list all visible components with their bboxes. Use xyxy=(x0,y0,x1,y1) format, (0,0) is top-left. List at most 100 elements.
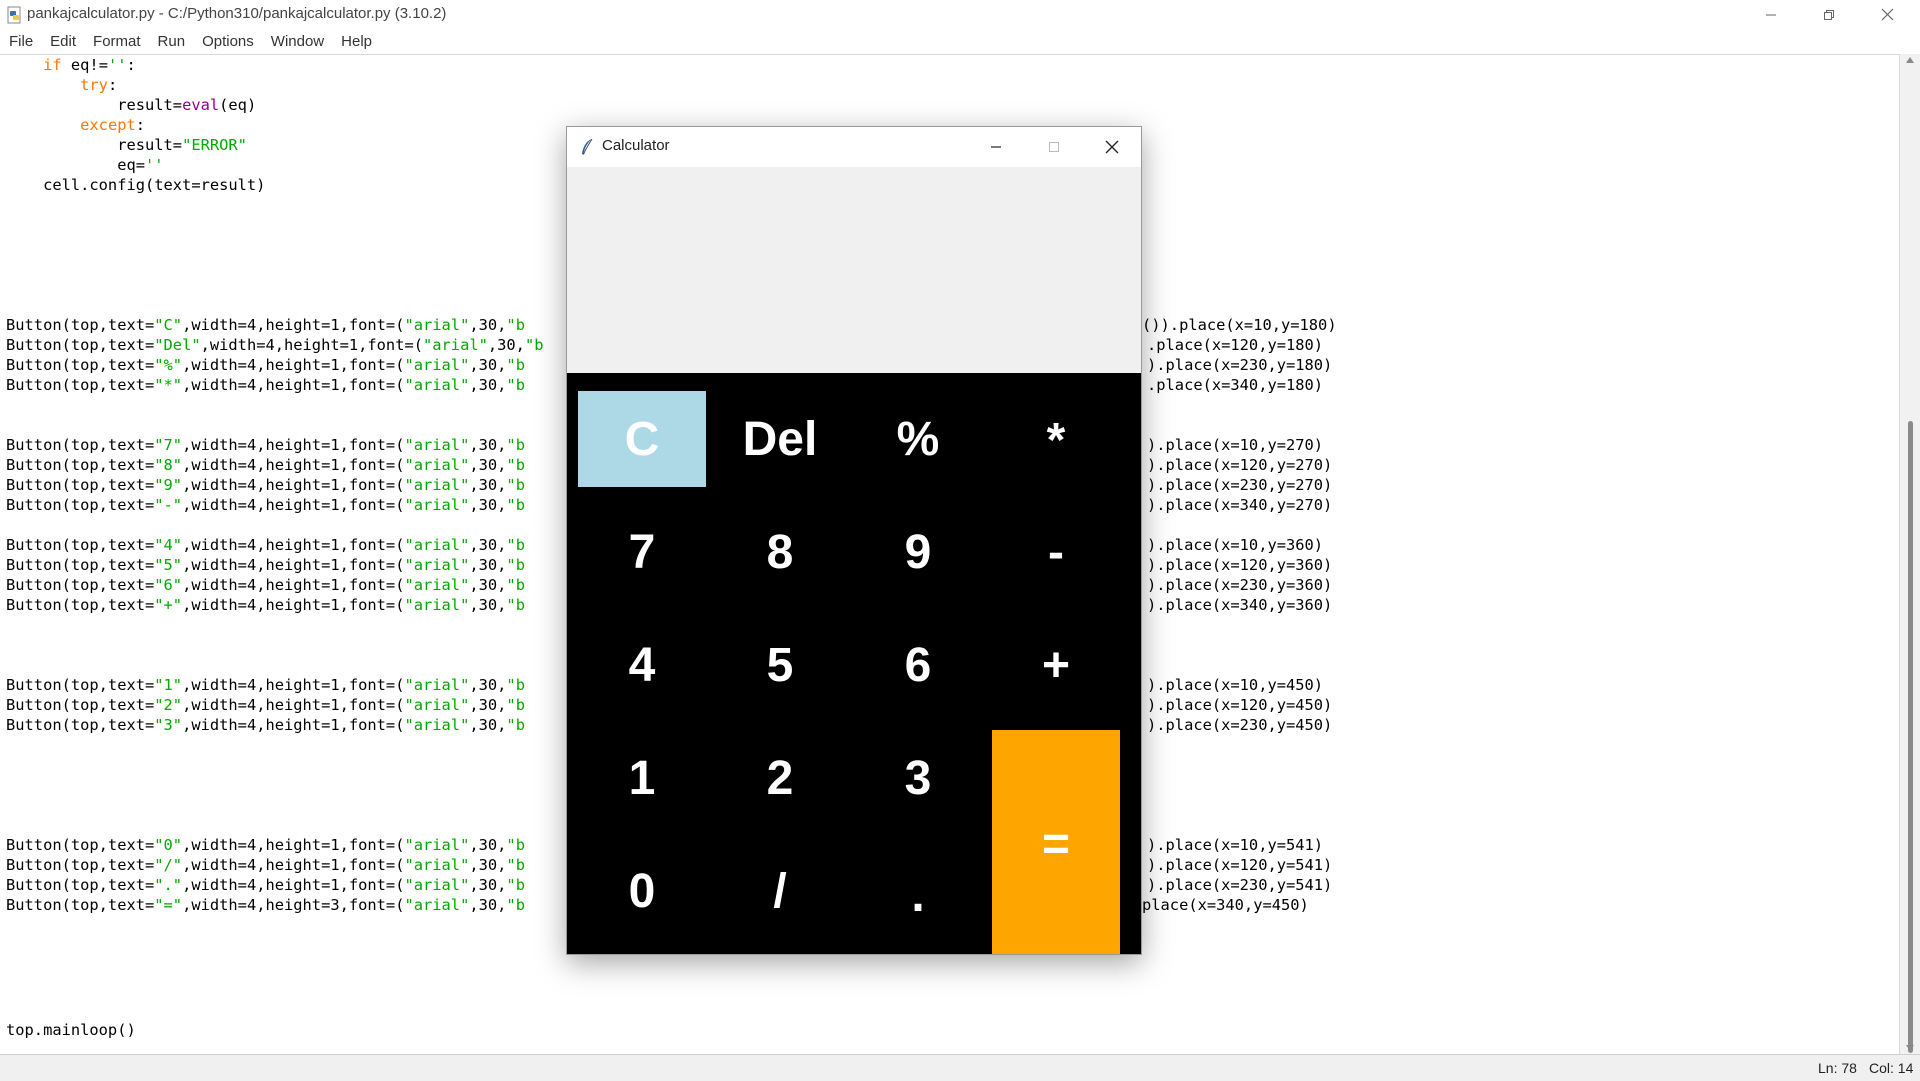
maximize-icon xyxy=(1049,142,1059,152)
menu-help[interactable]: Help xyxy=(341,33,372,50)
code-line-place: place(x=340,y=450) xyxy=(1142,896,1309,914)
key-percent-button[interactable]: % xyxy=(854,391,982,487)
code-line-place: ).place(x=10,y=360) xyxy=(1147,536,1324,554)
status-line: Ln: 78 xyxy=(1818,1060,1857,1076)
key-delete-button[interactable]: Del xyxy=(716,391,844,487)
close-button[interactable] xyxy=(1858,0,1916,29)
code-line-place: ).place(x=10,y=450) xyxy=(1147,676,1324,694)
scroll-down-arrow-icon[interactable] xyxy=(1906,1045,1914,1051)
feather-icon xyxy=(582,138,593,155)
code-line-button: Button(top,text="%",width=4,height=1,fon… xyxy=(6,356,525,374)
close-icon xyxy=(1105,140,1119,154)
key-1-button[interactable]: 1 xyxy=(578,730,706,826)
code-line-button: Button(top,text="6",width=4,height=1,fon… xyxy=(6,576,525,594)
status-column: Col: 14 xyxy=(1869,1060,1914,1076)
code-line-button: Button(top,text="-",width=4,height=1,fon… xyxy=(6,496,525,514)
calculator-minimize-button[interactable] xyxy=(967,127,1025,167)
minimize-button[interactable] xyxy=(1742,0,1800,29)
key-6-button[interactable]: 6 xyxy=(854,617,982,713)
calculator-maximize-button[interactable] xyxy=(1025,127,1083,167)
restore-button[interactable] xyxy=(1800,0,1858,29)
scroll-up-arrow-icon[interactable] xyxy=(1906,57,1914,63)
code-line-button: Button(top,text="4",width=4,height=1,fon… xyxy=(6,536,525,554)
calculator-titlebar: Calculator xyxy=(567,127,1141,167)
code-line-button: Button(top,text="9",width=4,height=1,fon… xyxy=(6,476,525,494)
key-5-button[interactable]: 5 xyxy=(716,617,844,713)
calculator-title: Calculator xyxy=(602,137,670,154)
menu-file[interactable]: File xyxy=(9,33,33,50)
menu-edit[interactable]: Edit xyxy=(50,33,76,50)
scroll-thumb[interactable] xyxy=(1908,421,1913,1053)
key-7-button[interactable]: 7 xyxy=(578,504,706,600)
calculator-window: Calculator C Del% * 7 8 9- 4 5 6 +1 2 3 0/. = xyxy=(566,126,1142,955)
key-divide-button[interactable]: / xyxy=(716,843,844,939)
code-line-button: Button(top,text=".",width=4,height=1,fon… xyxy=(6,876,525,894)
code-line-place: ).place(x=230,y=180) xyxy=(1147,356,1333,374)
code-line-button: Button(top,text="0",width=4,height=1,fon… xyxy=(6,836,525,854)
python-file-icon xyxy=(7,6,21,24)
code-line-button: Button(top,text="Del",width=4,height=1,f… xyxy=(6,336,544,354)
code-line-button: Button(top,text="*",width=4,height=1,fon… xyxy=(6,376,525,394)
key-3-button[interactable]: 3 xyxy=(854,730,982,826)
menu-window[interactable]: Window xyxy=(271,33,324,50)
minimize-icon xyxy=(991,146,1001,148)
code-line-place: ).place(x=10,y=541) xyxy=(1147,836,1324,854)
key-4-button[interactable]: 4 xyxy=(578,617,706,713)
code-line: result="ERROR" xyxy=(6,136,247,154)
code-line-place: ).place(x=230,y=270) xyxy=(1147,476,1333,494)
code-line-button: Button(top,text="+",width=4,height=1,fon… xyxy=(6,596,525,614)
code-line-place: ()).place(x=10,y=180) xyxy=(1142,316,1337,334)
code-line-place: ).place(x=120,y=270) xyxy=(1147,456,1333,474)
code-line: try: xyxy=(80,76,118,94)
key-8-button[interactable]: 8 xyxy=(716,504,844,600)
code-line-button: Button(top,text="7",width=4,height=1,fon… xyxy=(6,436,525,454)
key-equals-button[interactable]: = xyxy=(992,730,1120,954)
code-line-place: ).place(x=340,y=360) xyxy=(1147,596,1333,614)
editor-title: pankajcalculator.py - C:/Python310/panka… xyxy=(27,5,447,22)
code-line-button: Button(top,text="8",width=4,height=1,fon… xyxy=(6,456,525,474)
menu-run[interactable]: Run xyxy=(158,33,186,50)
code-line-button: Button(top,text="/",width=4,height=1,fon… xyxy=(6,856,525,874)
code-line-place: ).place(x=340,y=270) xyxy=(1147,496,1333,514)
code-line: cell.config(text=result) xyxy=(6,176,266,194)
menu-options[interactable]: Options xyxy=(202,33,254,50)
key-9-button[interactable]: 9 xyxy=(854,504,982,600)
editor-scrollbar[interactable] xyxy=(1900,54,1920,1054)
code-line-button: Button(top,text="5",width=4,height=1,fon… xyxy=(6,556,525,574)
code-line-place: ).place(x=230,y=450) xyxy=(1147,716,1333,734)
code-line: if eq!='': xyxy=(43,56,136,74)
status-bar: Ln: 78 Col: 14 xyxy=(0,1054,1920,1081)
key-decimal-button[interactable]: . xyxy=(854,843,982,939)
code-line: result=eval(eq) xyxy=(6,96,257,114)
calculator-display xyxy=(567,167,1141,373)
code-line-place: ).place(x=230,y=360) xyxy=(1147,576,1333,594)
calculator-close-button[interactable] xyxy=(1083,127,1141,167)
code-line-place: .place(x=340,y=180) xyxy=(1147,376,1324,394)
key-2-button[interactable]: 2 xyxy=(716,730,844,826)
code-line-place: .place(x=120,y=180) xyxy=(1147,336,1324,354)
menu-bar: File Edit Format Run Options Window Help xyxy=(0,29,1920,54)
close-icon xyxy=(1881,8,1893,21)
code-line-mainloop: top.mainloop() xyxy=(6,1021,136,1039)
code-line: except: xyxy=(80,116,146,134)
code-line-place: ).place(x=120,y=450) xyxy=(1147,696,1333,714)
editor-titlebar: pankajcalculator.py - C:/Python310/panka… xyxy=(0,0,1920,29)
code-line-place: ).place(x=120,y=541) xyxy=(1147,856,1333,874)
key-minus-button[interactable]: - xyxy=(992,504,1120,600)
key-multiply-button[interactable]: * xyxy=(992,391,1120,487)
code-line-place: ).place(x=10,y=270) xyxy=(1147,436,1324,454)
code-line-button: Button(top,text="2",width=4,height=1,fon… xyxy=(6,696,525,714)
code-line-button: Button(top,text="1",width=4,height=1,fon… xyxy=(6,676,525,694)
menu-format[interactable]: Format xyxy=(93,33,141,50)
code-line-place: ).place(x=230,y=541) xyxy=(1147,876,1333,894)
code-line-button: Button(top,text="=",width=4,height=3,fon… xyxy=(6,896,525,914)
code-line-place: ).place(x=120,y=360) xyxy=(1147,556,1333,574)
code-line-button: Button(top,text="3",width=4,height=1,fon… xyxy=(6,716,525,734)
calculator-keypad: C Del% * 7 8 9- 4 5 6 +1 2 3 0/. = xyxy=(567,373,1141,954)
code-line: eq='' xyxy=(6,156,164,174)
code-line-button: Button(top,text="C",width=4,height=1,fon… xyxy=(6,316,525,334)
key-clear-button[interactable]: C xyxy=(578,391,706,487)
key-plus-button[interactable]: + xyxy=(992,617,1120,713)
key-0-button[interactable]: 0 xyxy=(578,843,706,939)
restore-icon xyxy=(1824,9,1834,20)
